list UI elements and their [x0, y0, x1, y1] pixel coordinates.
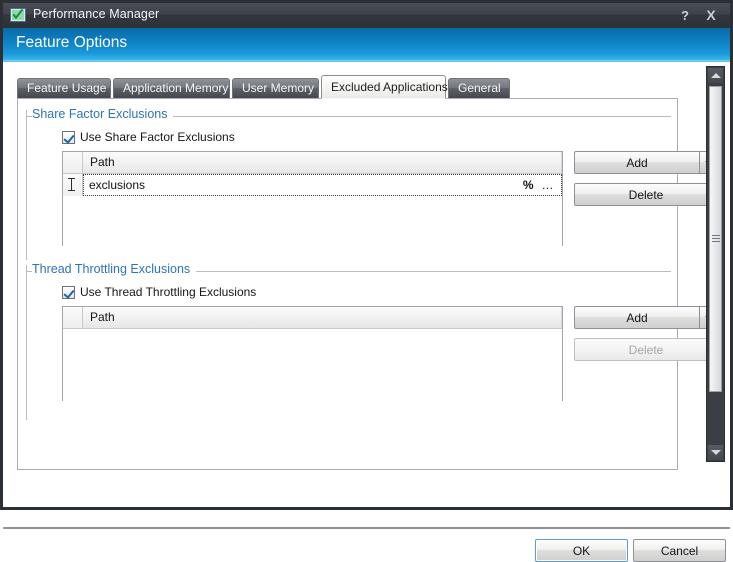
checkbox-indicator[interactable] — [62, 130, 75, 144]
dialog-banner: Feature Options — [3, 28, 730, 62]
grid-corner-cell — [63, 152, 83, 173]
tab-user-memory[interactable]: User Memory — [232, 78, 319, 98]
cell-path-editor[interactable]: exclusions % … — [83, 174, 562, 196]
footer-divider — [3, 527, 730, 529]
tab-excluded-applications[interactable]: Excluded Applications — [321, 75, 448, 99]
text-cursor-icon — [68, 178, 75, 191]
cancel-button[interactable]: Cancel — [633, 539, 726, 562]
group-title-thread-throttling: Thread Throttling Exclusions — [32, 262, 197, 276]
tab-feature-usage[interactable]: Feature Usage — [17, 78, 111, 98]
tab-application-memory[interactable]: Application Memory — [113, 78, 230, 98]
group-left-border — [26, 265, 27, 420]
scroll-down-button[interactable] — [708, 445, 723, 460]
percent-icon[interactable]: % — [523, 178, 542, 192]
grid-thread-throttling-exclusions[interactable]: Path — [62, 306, 563, 401]
application-window: Performance Manager ? X Feature Options … — [0, 0, 733, 562]
group-thread-throttling-exclusions: Thread Throttling Exclusions Use Thread … — [26, 262, 718, 420]
group-header: Thread Throttling Exclusions — [26, 262, 671, 420]
checkbox-indicator[interactable] — [62, 285, 75, 299]
grid-share-factor-exclusions[interactable]: Path exclusions % … — [62, 151, 563, 246]
vertical-scrollbar[interactable] — [706, 66, 725, 462]
close-button[interactable]: X — [702, 7, 720, 24]
page-title: Feature Options — [16, 34, 128, 51]
group-share-factor-exclusions: Share Factor Exclusions Use Share Factor… — [26, 107, 718, 260]
grid-empty-area[interactable] — [63, 329, 562, 401]
grid-header-row: Path — [63, 152, 562, 174]
checkbox-use-thread-throttling-exclusions[interactable]: Use Thread Throttling Exclusions — [62, 285, 256, 299]
grid-column-path[interactable]: Path — [83, 152, 562, 173]
checkbox-label: Use Thread Throttling Exclusions — [80, 285, 257, 299]
grid-header-row: Path — [63, 307, 562, 329]
add-button-share-factor[interactable]: Add — [574, 151, 699, 174]
grid-column-path[interactable]: Path — [83, 307, 562, 328]
cell-path-value[interactable]: exclusions — [84, 178, 523, 192]
delete-button-thread-throttling: Delete — [574, 338, 718, 361]
scroll-up-icon — [710, 73, 721, 78]
checkbox-use-share-factor-exclusions[interactable]: Use Share Factor Exclusions — [62, 130, 235, 144]
ok-button[interactable]: OK — [535, 539, 628, 562]
group-header: Share Factor Exclusions — [26, 107, 671, 260]
help-button[interactable]: ? — [676, 7, 694, 24]
scrollbar-thumb[interactable] — [709, 86, 722, 392]
tab-panel-excluded-applications: Share Factor Exclusions Use Share Factor… — [17, 98, 718, 470]
window-title: Performance Manager — [33, 7, 160, 21]
group-left-border — [26, 110, 27, 260]
add-button-thread-throttling[interactable]: Add — [574, 306, 699, 329]
scroll-down-icon — [710, 450, 721, 455]
browse-ellipsis-button[interactable]: … — [542, 178, 562, 192]
grid-corner-cell — [63, 307, 83, 328]
checkbox-label: Use Share Factor Exclusions — [80, 130, 235, 144]
app-checkmark-icon — [10, 7, 26, 23]
delete-button-share-factor[interactable]: Delete — [574, 183, 718, 206]
table-row[interactable]: exclusions % … — [63, 174, 562, 196]
group-title-share-factor: Share Factor Exclusions — [32, 107, 174, 121]
title-bar: Performance Manager ? X — [3, 3, 730, 29]
scrollbar-grip-icon — [712, 235, 720, 243]
grid-empty-area[interactable] — [63, 196, 562, 246]
scroll-up-button[interactable] — [708, 68, 723, 83]
tab-general[interactable]: General — [448, 78, 510, 98]
row-header-cell[interactable] — [63, 174, 83, 196]
dialog-body: Feature Usage Application Memory User Me… — [3, 62, 730, 562]
